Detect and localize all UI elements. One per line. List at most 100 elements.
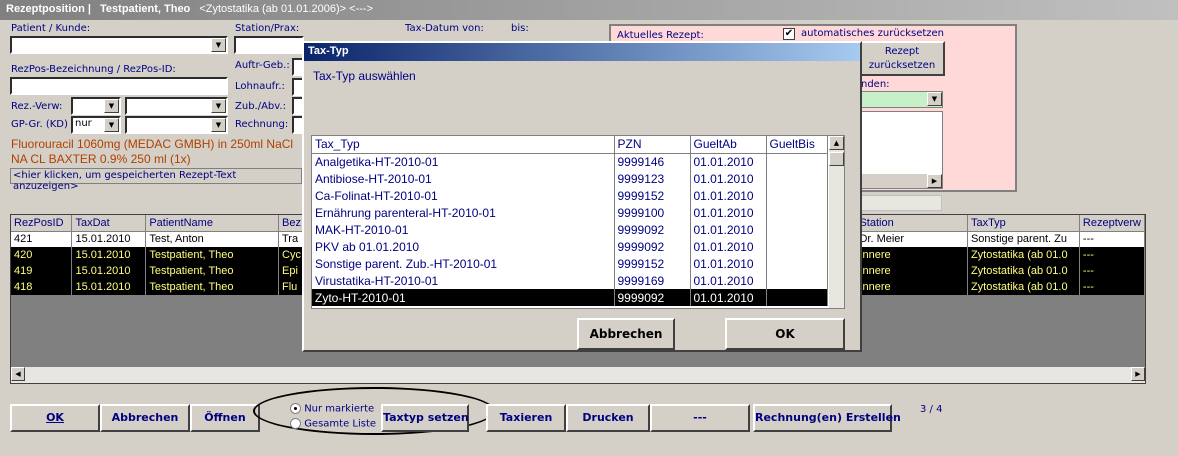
chevron-left-icon[interactable]: ◀	[11, 367, 25, 381]
cell[interactable]: Zytostatika (ab 01.0	[967, 263, 1080, 279]
taxtyp-cell[interactable]: PKV ab 01.01.2010	[312, 238, 615, 255]
cell[interactable]: ---	[1079, 279, 1146, 295]
taxtyp-cell[interactable]: 9999123	[614, 170, 691, 187]
taxtyp-cell[interactable]: Ernährung parenteral-HT-2010-01	[312, 204, 615, 221]
taxtyp-cell[interactable]: 01.01.2010	[690, 170, 767, 187]
col-header[interactable]: PatientName	[145, 215, 279, 232]
cell[interactable]: Testpatient, Theo	[145, 279, 279, 295]
taxtyp-cell[interactable]	[766, 221, 828, 238]
cell[interactable]: Innere	[855, 279, 968, 295]
taxtyp-cell[interactable]: 01.01.2010	[690, 204, 767, 221]
gpgr-select[interactable]: nur ▼	[71, 116, 121, 134]
cell[interactable]: Innere	[855, 247, 968, 263]
taxtyp-cell[interactable]: 01.01.2010	[690, 255, 767, 272]
taxtyp-row[interactable]: Ernährung parenteral-HT-2010-01 9999100 01…	[312, 204, 828, 221]
taxtyp-cell[interactable]	[766, 255, 828, 272]
taxtyp-row[interactable]: Sonstige parent. Zub.-HT-2010-01 9999152 0…	[312, 255, 828, 272]
taxtyp-cell[interactable]: 9999169	[614, 272, 691, 289]
dcol-header[interactable]: PZN	[614, 136, 691, 154]
dcol-header[interactable]: Tax_Typ	[312, 136, 615, 154]
taxtyp-row[interactable]: MAK-HT-2010-01 9999092 01.01.2010	[312, 221, 828, 238]
nden-select[interactable]: ▼	[861, 91, 943, 108]
rezverw-select[interactable]: ▼	[71, 97, 121, 115]
oeffnen-button[interactable]: Öffnen	[190, 404, 260, 432]
cell[interactable]: Zytostatika (ab 01.0	[967, 247, 1080, 263]
col-header[interactable]: TaxTyp	[967, 215, 1080, 232]
chevron-down-icon[interactable]: ▼	[104, 99, 119, 113]
taxtyp-cell[interactable]: 9999146	[614, 153, 691, 170]
chevron-up-icon[interactable]: ▲	[829, 136, 844, 150]
col-header[interactable]: Rezeptverw	[1079, 215, 1146, 232]
taxtyp-cell[interactable]: Analgetika-HT-2010-01	[312, 153, 615, 170]
dialog-ok-button[interactable]: OK	[725, 318, 845, 350]
taxtyp-row[interactable]: Analgetika-HT-2010-01 9999146 01.01.2010	[312, 153, 828, 170]
rezpos-input[interactable]	[10, 77, 228, 95]
taxtyp-cell[interactable]: Virustatika-HT-2010-01	[312, 272, 615, 289]
taxtyp-cell[interactable]: 9999092	[614, 221, 691, 238]
cell[interactable]: 15.01.2010	[71, 231, 147, 247]
dialog-cancel-button[interactable]: Abbrechen	[577, 318, 675, 350]
cell[interactable]: 418	[11, 279, 73, 295]
radio-off-icon[interactable]	[290, 418, 301, 429]
cell[interactable]: 15.01.2010	[71, 279, 147, 295]
taxtyp-cell[interactable]: 01.01.2010	[690, 238, 767, 255]
taxtyp-cell[interactable]: 9999100	[614, 204, 691, 221]
taxtyp-cell[interactable]	[766, 153, 828, 170]
taxtyp-cell[interactable]: 01.01.2010	[690, 289, 767, 306]
col-header[interactable]: Station	[855, 215, 968, 232]
rechnung-erstellen-button[interactable]: Rechnung(en) Erstellen	[753, 404, 901, 432]
scroll-thumb[interactable]	[829, 152, 844, 166]
taxtyp-row[interactable]: Virustatika-HT-2010-01 9999169 01.01.2010	[312, 272, 828, 289]
taxtyp-row[interactable]: Zyto-HT-2010-01 9999092 01.01.2010	[312, 289, 828, 306]
cell[interactable]: ---	[1079, 231, 1146, 247]
chevron-right-icon[interactable]: ▶	[927, 174, 942, 188]
dialog-vscrollbar[interactable]: ▲	[829, 136, 844, 308]
taxtyp-cell[interactable]	[766, 272, 828, 289]
radio-gesamte-liste[interactable]: Gesamte Liste	[290, 418, 376, 430]
dcol-header[interactable]: GueltBis	[766, 136, 828, 154]
auto-reset-checkbox[interactable]: ✔	[783, 28, 795, 40]
taxtyp-cell[interactable]: 9999152	[614, 187, 691, 204]
table-hscrollbar[interactable]: ◀ ▶	[11, 367, 1145, 383]
taxtyp-cell[interactable]	[766, 187, 828, 204]
taxtyp-row[interactable]: PKV ab 01.01.2010 9999092 01.01.2010	[312, 238, 828, 255]
taxtyp-cell[interactable]: Ca-Folinat-HT-2010-01	[312, 187, 615, 204]
taxtyp-cell[interactable]: 01.01.2010	[690, 153, 767, 170]
radio-on-icon[interactable]	[290, 403, 301, 414]
taxtyp-list[interactable]: Tax_Typ PZN GueltAb GueltBis Analgetika-…	[311, 135, 845, 309]
col-header[interactable]: RezPosID	[11, 215, 73, 232]
cell[interactable]: 420	[11, 247, 73, 263]
taxtyp-cell[interactable]: 9999092	[614, 238, 691, 255]
taxtyp-cell[interactable]: 01.01.2010	[690, 272, 767, 289]
dash-button[interactable]: ---	[650, 404, 750, 432]
chevron-down-icon[interactable]: ▼	[211, 118, 226, 132]
pink-list-scrollbar[interactable]: ▶	[862, 174, 942, 188]
station-select[interactable]	[234, 36, 304, 54]
cell[interactable]: Sonstige parent. Zu	[967, 231, 1080, 247]
patient-select[interactable]: ▼	[10, 36, 228, 54]
cell[interactable]: 15.01.2010	[71, 247, 147, 263]
taxtyp-cell[interactable]: 01.01.2010	[690, 221, 767, 238]
taxtyp-row[interactable]: Ca-Folinat-HT-2010-01 9999152 01.01.2010	[312, 187, 828, 204]
rezverw-detail-select[interactable]: ▼	[125, 97, 228, 115]
taxtyp-cell[interactable]: MAK-HT-2010-01	[312, 221, 615, 238]
ok-button[interactable]: OK	[10, 404, 100, 432]
radio-nur-markierte[interactable]: Nur markierte	[290, 403, 374, 415]
cell[interactable]: Innere	[855, 263, 968, 279]
pink-list[interactable]: ▶	[861, 111, 943, 189]
rezept-reset-button[interactable]: Rezept zurücksetzen	[859, 41, 945, 76]
taxtyp-cell[interactable]	[766, 204, 828, 221]
cell[interactable]: ---	[1079, 247, 1146, 263]
cell[interactable]: Dr. Meier	[855, 231, 968, 247]
cell[interactable]: Testpatient, Theo	[145, 263, 279, 279]
taxtyp-cell[interactable]: Sonstige parent. Zub.-HT-2010-01	[312, 255, 615, 272]
taxtyp-cell[interactable]	[766, 170, 828, 187]
taxieren-button[interactable]: Taxieren	[486, 404, 566, 432]
dcol-header[interactable]: GueltAb	[690, 136, 767, 154]
chevron-down-icon[interactable]: ▼	[104, 118, 119, 132]
cell[interactable]: ---	[1079, 263, 1146, 279]
cell[interactable]: 421	[11, 231, 73, 247]
taxtyp-cell[interactable]	[766, 238, 828, 255]
col-header[interactable]: TaxDat	[71, 215, 147, 232]
taxtyp-cell[interactable]: Zyto-HT-2010-01	[312, 289, 615, 306]
